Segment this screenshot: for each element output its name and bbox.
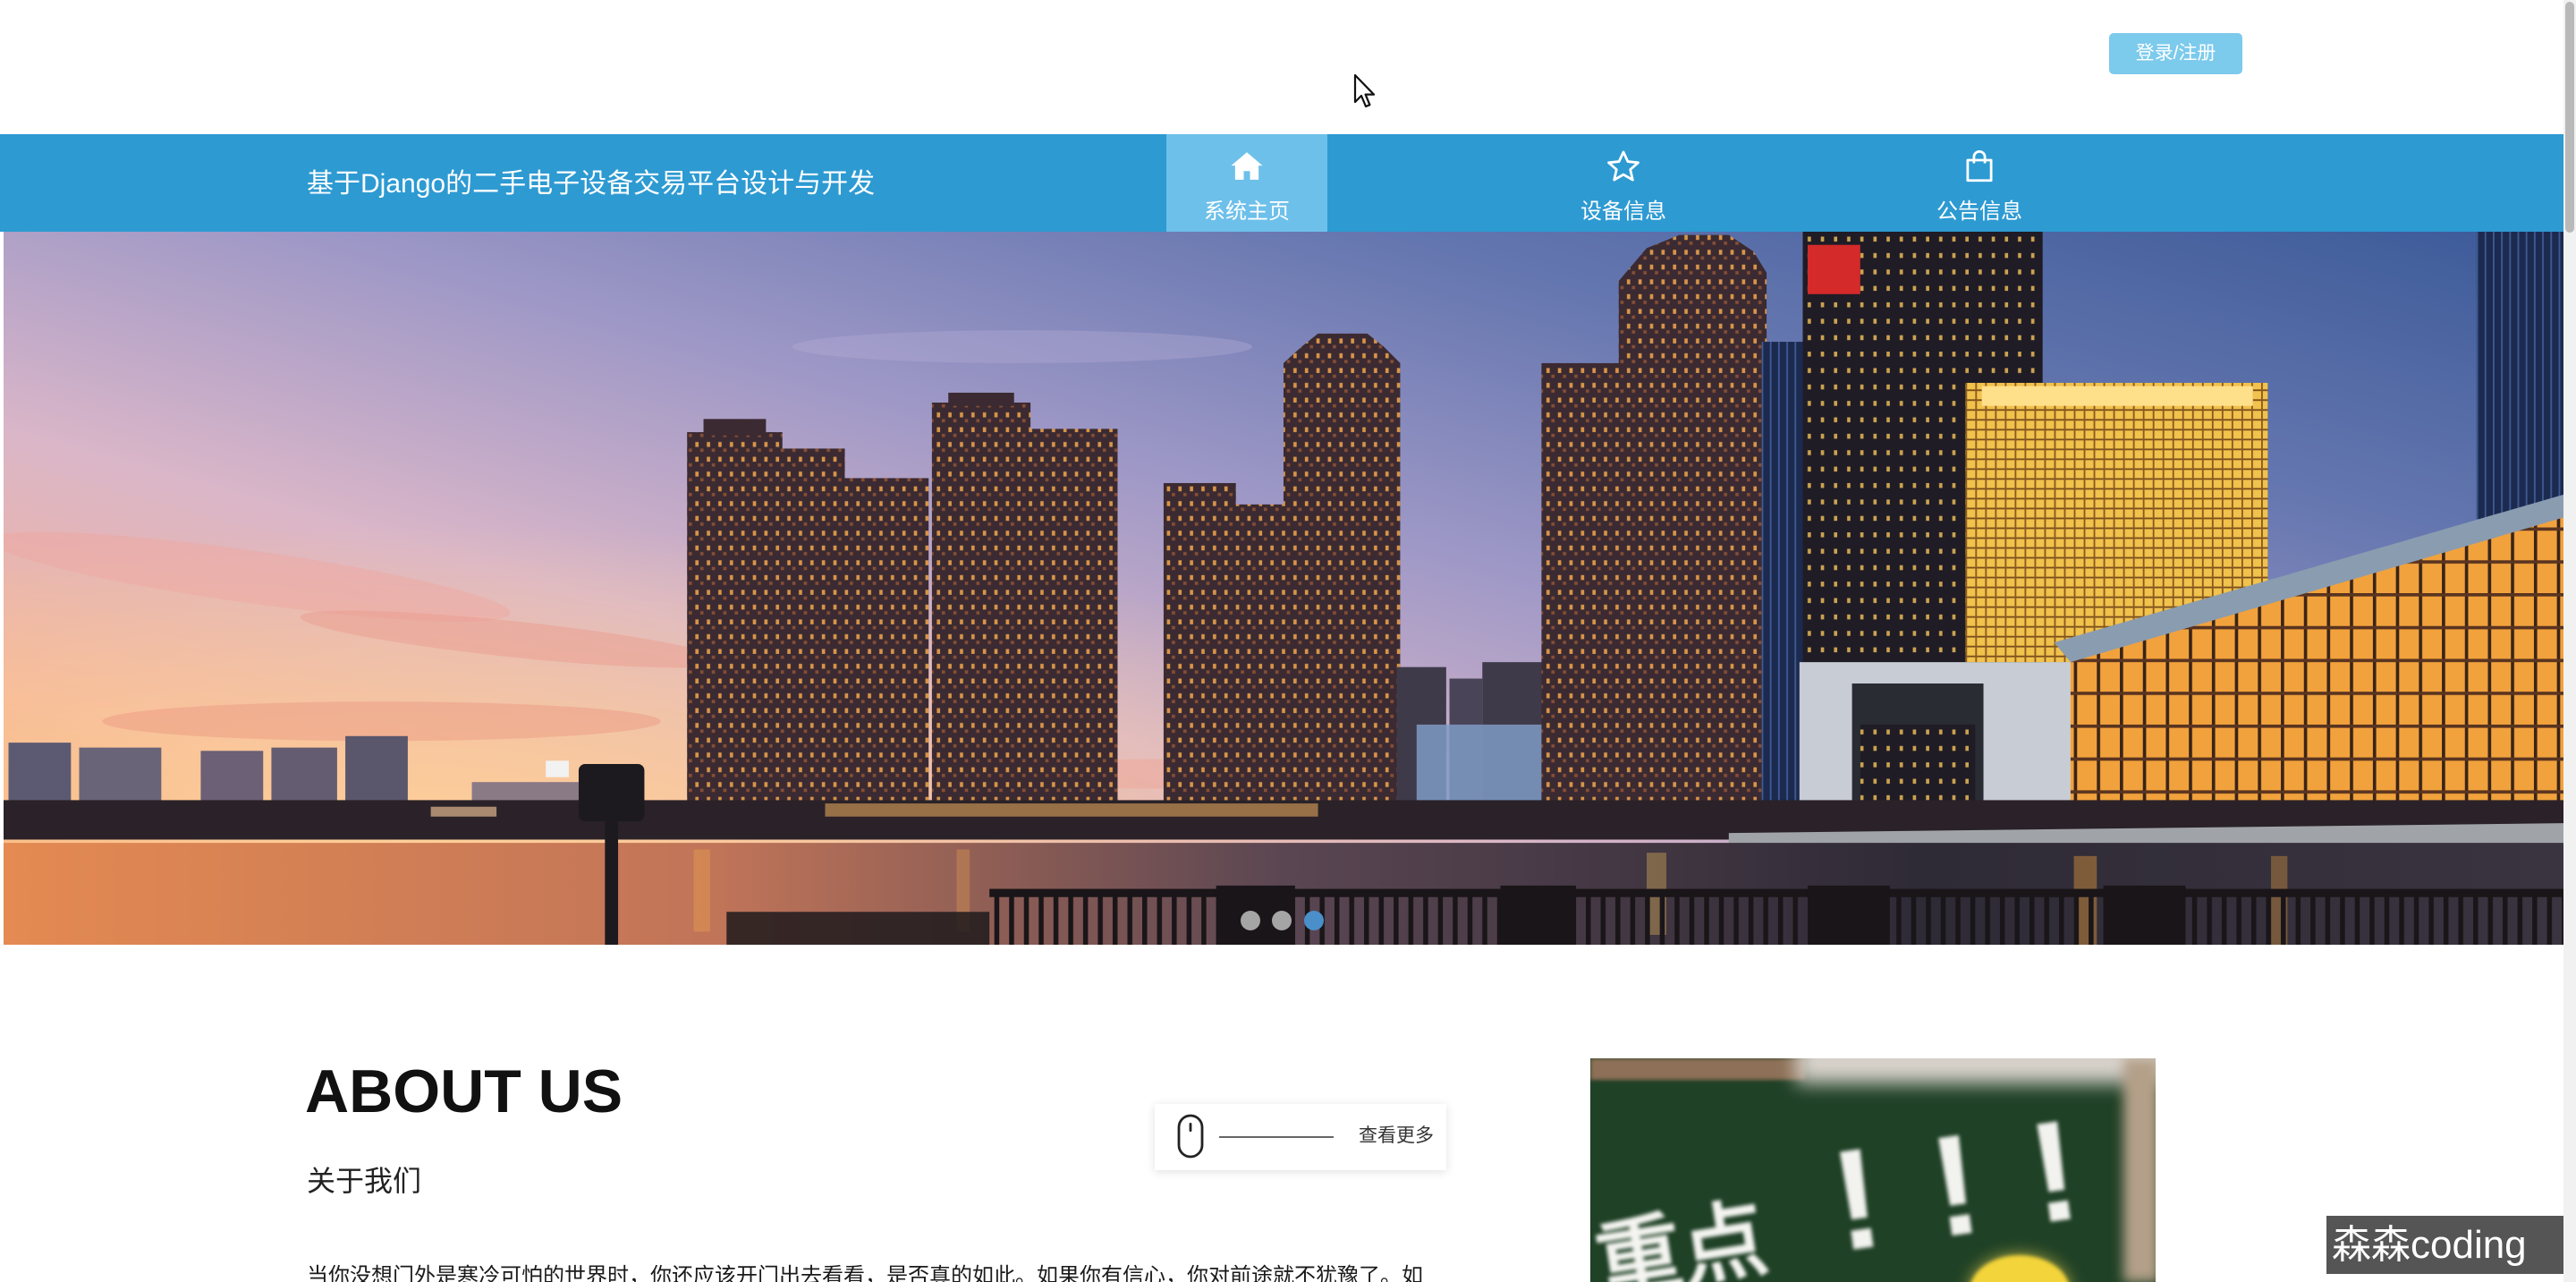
carousel-dot[interactable] <box>1272 911 1292 930</box>
mouse-cursor-icon <box>1353 73 1376 108</box>
nav-item-devices[interactable]: 设备信息 <box>1543 134 1704 232</box>
home-icon <box>1228 148 1266 185</box>
view-more-label: 查看更多 <box>1359 1125 1434 1146</box>
mouse-icon <box>1177 1114 1204 1159</box>
main-nav-bar: 基于Django的二手电子设备交易平台设计与开发 系统主页 设备信息 公告信息 <box>0 134 2563 232</box>
railing <box>726 885 2563 945</box>
shopping-bag-icon <box>1961 148 1998 185</box>
carousel-dot[interactable] <box>1304 911 1324 930</box>
star-icon <box>1605 148 1642 185</box>
about-image-content: !!! 重点 <box>1590 1058 2156 1282</box>
about-image: !!! 重点 <box>1590 1058 2156 1282</box>
board-frame <box>1590 1058 1805 1080</box>
board-text: 重点 <box>1590 1190 1775 1282</box>
site-title: 基于Django的二手电子设备交易平台设计与开发 <box>307 169 876 199</box>
nav-item-home[interactable]: 系统主页 <box>1166 134 1327 232</box>
about-heading: ABOUT US <box>305 1057 623 1125</box>
carousel-dot[interactable] <box>1241 911 1260 930</box>
page: 登录/注册 基于Django的二手电子设备交易平台设计与开发 系统主页 设备信息… <box>0 0 2576 1282</box>
image-haze <box>1796 1058 2156 1083</box>
login-register-button[interactable]: 登录/注册 <box>2109 33 2242 74</box>
banner-image <box>4 232 2563 945</box>
watermark: 森森coding <box>2326 1216 2563 1274</box>
about-paragraph: 当你没想门外是寒冷可怕的世界时，你还应该开门出去看看，是否真的如此。如果你有信心… <box>307 1264 1423 1282</box>
view-more-button[interactable]: 查看更多 <box>1155 1104 1446 1170</box>
scrollbar-thumb[interactable] <box>2565 2 2574 233</box>
nav-item-label: 系统主页 <box>1204 200 1290 224</box>
board-exclamation-marks: !!! <box>1822 1081 2140 1282</box>
nav-item-label: 公告信息 <box>1936 200 2022 224</box>
nav-item-announcements[interactable]: 公告信息 <box>1899 134 2060 232</box>
divider-line <box>1219 1136 1334 1138</box>
about-subheading: 关于我们 <box>307 1165 422 1197</box>
nav-item-label: 设备信息 <box>1580 200 1666 224</box>
